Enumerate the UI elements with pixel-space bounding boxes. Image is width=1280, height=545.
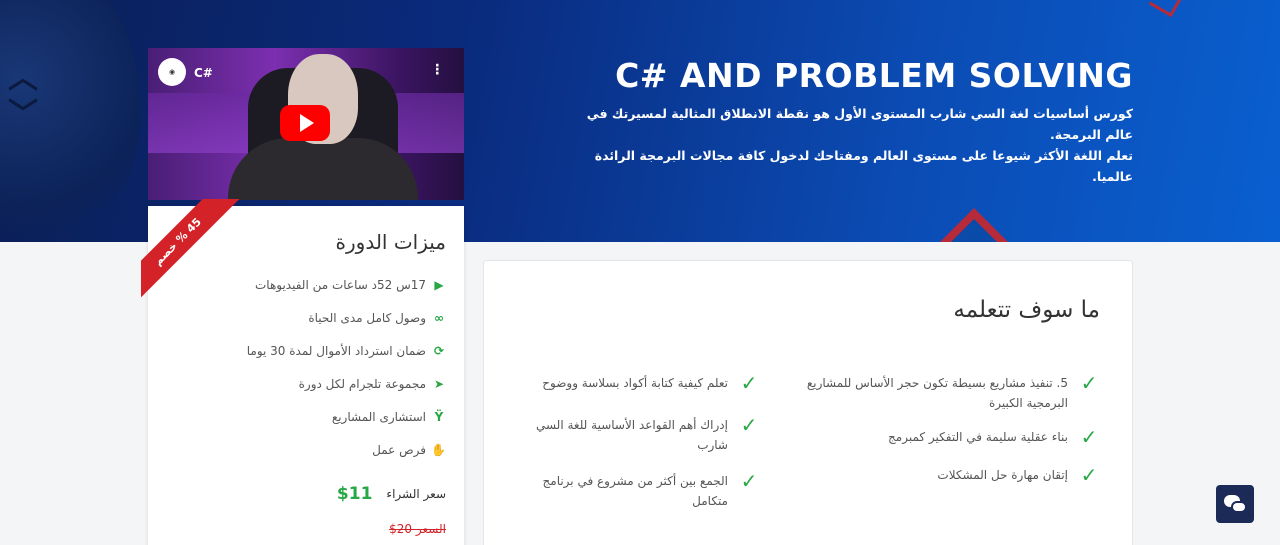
video-title[interactable]: C# (194, 66, 213, 80)
chevron-up-icon: ︿ (8, 61, 38, 96)
course-page: ︿ ﹀ C# AND PROBLEM SOLVING كورس أساسيات … (0, 0, 1280, 545)
learn-item: ✓ بناء عقلية سليمة في التفكير كمبرمج (790, 427, 1100, 447)
learn-card: ما سوف تتعلمه ✓ 5. تنفيذ مشاريع بسيطة تك… (483, 260, 1133, 545)
check-icon: ✓ (1080, 371, 1098, 395)
chat-button[interactable] (1216, 485, 1254, 523)
list-item: ➤ مجموعة تلجرام لكل دورة (298, 376, 445, 391)
check-icon: ✓ (740, 469, 758, 493)
play-icon: ▶ (434, 277, 444, 292)
list-item: ⟳ ضمان استرداد الأموال لمدة 30 يوما (246, 343, 445, 358)
check-icon: ✓ (1080, 463, 1098, 487)
old-price: السعر 20$ (389, 522, 446, 536)
infinity-icon: ∞ (434, 310, 444, 325)
video-player[interactable]: ◉ C# · · · (148, 48, 464, 200)
check-icon: ✓ (740, 413, 758, 437)
check-icon: ✓ (1080, 425, 1098, 449)
learn-column-left: ✓ تعلم كيفية كتابة أكواد بسلاسة ووضوح ✓ … (530, 373, 760, 511)
discount-ribbon: 45 % خصم (141, 199, 241, 299)
learn-heading: ما سوف تتعلمه (953, 297, 1100, 323)
discount-badge: 45 % خصم (141, 199, 241, 299)
list-item: Ÿ استشارى المشاريع (186, 400, 446, 433)
channel-logo[interactable]: ◉ (158, 58, 186, 86)
branch-icon: Ÿ (434, 409, 444, 424)
learn-item: ✓ إدراك أهم القواعد الأساسية للغة السي ش… (530, 415, 760, 455)
more-vertical-icon[interactable]: · · · (435, 59, 440, 81)
learn-item: ✓ 5. تنفيذ مشاريع بسيطة تكون حجر الأساس … (790, 373, 1100, 413)
learn-item: ✓ تعلم كيفية كتابة أكواد بسلاسة ووضوح (530, 373, 760, 393)
learn-item: ✓ الجمع بين أكثر من مشروع في برنامج متكا… (530, 471, 760, 511)
decor-mark (1148, 0, 1182, 18)
course-title: C# AND PROBLEM SOLVING (615, 56, 1133, 95)
telegram-icon: ➤ (433, 376, 445, 391)
handshake-icon: ✋ (431, 442, 446, 457)
features-heading: ميزات الدورة (335, 230, 446, 254)
check-icon: ✓ (740, 371, 758, 395)
current-price: $11 (336, 484, 373, 504)
learn-item: ✓ إتقان مهارة حل المشكلات (790, 465, 1100, 485)
refresh-icon: ⟳ (433, 343, 445, 358)
list-item: ✋ فرص عمل (372, 442, 446, 457)
price-row: سعر الشراء $11 (337, 484, 446, 504)
chevron-down-icon: ﹀ (8, 97, 38, 132)
list-item: ∞ وصول كامل مدى الحياة (308, 310, 444, 325)
price-label: سعر الشراء (386, 487, 446, 501)
play-button[interactable] (280, 105, 330, 141)
course-description: كورس أساسيات لغة السي شارب المستوى الأول… (586, 106, 1133, 184)
learn-column-right: ✓ 5. تنفيذ مشاريع بسيطة تكون حجر الأساس … (790, 373, 1100, 485)
